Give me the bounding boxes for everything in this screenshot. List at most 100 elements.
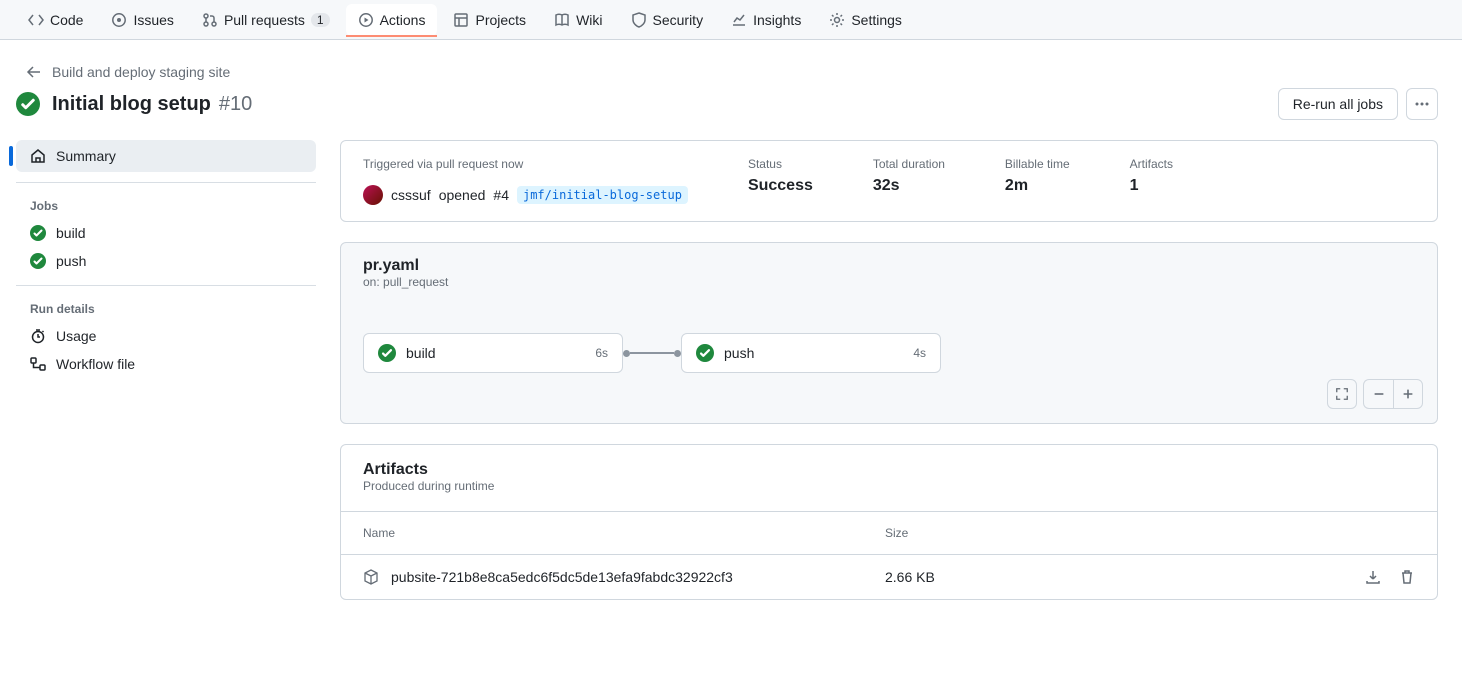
- book-icon: [554, 12, 570, 28]
- trigger-pr-link[interactable]: #4: [493, 187, 509, 203]
- zoom-in-button[interactable]: [1393, 379, 1423, 409]
- run-title: Initial blog setup #10: [52, 93, 252, 116]
- sidebar-workflow-file[interactable]: Workflow file: [16, 350, 316, 378]
- breadcrumb-link[interactable]: Build and deploy staging site: [52, 64, 230, 80]
- tab-wiki[interactable]: Wiki: [542, 4, 614, 36]
- artifacts-panel: Artifacts Produced during runtime Name S…: [340, 444, 1438, 600]
- kebab-menu-button[interactable]: [1406, 88, 1438, 120]
- job-node-label: build: [406, 345, 436, 361]
- artifact-size: 2.66 KB: [885, 569, 1305, 585]
- job-node-duration: 4s: [913, 346, 926, 360]
- trigger-actor[interactable]: csssuf: [391, 187, 431, 203]
- graph-connector: [623, 350, 681, 357]
- artifacts-subtitle: Produced during runtime: [363, 479, 1415, 493]
- divider: [16, 285, 316, 286]
- sidebar-usage-label: Usage: [56, 328, 96, 344]
- check-circle-icon: [696, 344, 714, 362]
- tab-projects-label: Projects: [475, 12, 526, 28]
- sidebar-job-push[interactable]: push: [16, 247, 316, 275]
- duration-label: Total duration: [873, 157, 945, 171]
- tab-pulls[interactable]: Pull requests 1: [190, 4, 342, 36]
- download-icon[interactable]: [1365, 569, 1381, 585]
- tab-actions-label: Actions: [380, 12, 426, 28]
- stopwatch-icon: [30, 328, 46, 344]
- sidebar-summary[interactable]: Summary: [16, 140, 316, 172]
- th-name: Name: [363, 526, 885, 540]
- home-icon: [30, 148, 46, 164]
- status-label: Status: [748, 157, 813, 171]
- play-icon: [358, 12, 374, 28]
- status-value: Success: [748, 177, 813, 195]
- table-icon: [453, 12, 469, 28]
- tab-code[interactable]: Code: [16, 4, 95, 36]
- trash-icon[interactable]: [1399, 569, 1415, 585]
- kebab-icon: [1414, 96, 1430, 112]
- sidebar-workflow-file-label: Workflow file: [56, 356, 135, 372]
- tab-insights-label: Insights: [753, 12, 801, 28]
- artifact-name[interactable]: pubsite-721b8e8ca5edc6f5dc5de13efa9fabdc…: [391, 569, 733, 585]
- zoom-out-button[interactable]: [1363, 379, 1393, 409]
- sidebar-rundetails-heading: Run details: [16, 296, 316, 322]
- job-node-push[interactable]: push 4s: [681, 333, 941, 373]
- artifact-row: pubsite-721b8e8ca5edc6f5dc5de13efa9fabdc…: [341, 555, 1437, 599]
- branch-tag[interactable]: jmf/initial-blog-setup: [517, 186, 688, 204]
- check-circle-icon: [378, 344, 396, 362]
- trigger-label: Triggered via pull request now: [363, 157, 688, 171]
- graph-panel: pr.yaml on: pull_request build 6s: [340, 242, 1438, 424]
- job-node-label: push: [724, 345, 754, 361]
- tab-settings[interactable]: Settings: [817, 4, 914, 36]
- fullscreen-button[interactable]: [1327, 379, 1357, 409]
- tab-code-label: Code: [50, 12, 83, 28]
- sidebar: Summary Jobs build push Run details Usag…: [16, 140, 316, 600]
- workflow-name: pr.yaml: [363, 257, 1415, 275]
- duration-value: 32s: [873, 177, 945, 195]
- th-size: Size: [885, 526, 1305, 540]
- job-node-duration: 6s: [595, 346, 608, 360]
- breadcrumb: Build and deploy staging site: [26, 64, 1438, 80]
- sidebar-job-label: build: [56, 225, 86, 241]
- sidebar-jobs-heading: Jobs: [16, 193, 316, 219]
- repo-tabs: Code Issues Pull requests 1 Actions Proj…: [0, 0, 1462, 40]
- issue-icon: [111, 12, 127, 28]
- billable-value: 2m: [1005, 177, 1070, 195]
- plus-icon: [1401, 387, 1415, 401]
- package-icon: [363, 569, 379, 585]
- summary-panel: Triggered via pull request now csssuf op…: [340, 140, 1438, 222]
- fullscreen-icon: [1335, 387, 1349, 401]
- trigger-action: opened: [439, 187, 486, 203]
- tab-projects[interactable]: Projects: [441, 4, 538, 36]
- workflow-icon: [30, 356, 46, 372]
- artifacts-title: Artifacts: [363, 461, 1415, 479]
- gear-icon: [829, 12, 845, 28]
- pulls-count: 1: [311, 13, 330, 27]
- check-circle-icon: [30, 225, 46, 241]
- tab-pulls-label: Pull requests: [224, 12, 305, 28]
- avatar: [363, 185, 383, 205]
- tab-issues[interactable]: Issues: [99, 4, 185, 36]
- shield-icon: [631, 12, 647, 28]
- arrow-left-icon[interactable]: [26, 64, 42, 80]
- sidebar-usage[interactable]: Usage: [16, 322, 316, 350]
- sidebar-job-build[interactable]: build: [16, 219, 316, 247]
- artifacts-label: Artifacts: [1130, 157, 1173, 171]
- divider: [16, 182, 316, 183]
- check-circle-icon: [16, 92, 40, 116]
- graph-icon: [731, 12, 747, 28]
- artifacts-value: 1: [1130, 177, 1173, 195]
- rerun-button[interactable]: Re-run all jobs: [1278, 88, 1398, 120]
- minus-icon: [1372, 387, 1386, 401]
- code-icon: [28, 12, 44, 28]
- tab-security[interactable]: Security: [619, 4, 716, 36]
- check-circle-icon: [30, 253, 46, 269]
- tab-insights[interactable]: Insights: [719, 4, 813, 36]
- git-pull-request-icon: [202, 12, 218, 28]
- run-title-text: Initial blog setup: [52, 93, 211, 116]
- sidebar-job-label: push: [56, 253, 86, 269]
- job-node-build[interactable]: build 6s: [363, 333, 623, 373]
- tab-issues-label: Issues: [133, 12, 173, 28]
- tab-wiki-label: Wiki: [576, 12, 602, 28]
- tab-actions[interactable]: Actions: [346, 4, 438, 36]
- tab-settings-label: Settings: [851, 12, 902, 28]
- run-number: #10: [219, 93, 252, 116]
- workflow-on: on: pull_request: [363, 275, 1415, 289]
